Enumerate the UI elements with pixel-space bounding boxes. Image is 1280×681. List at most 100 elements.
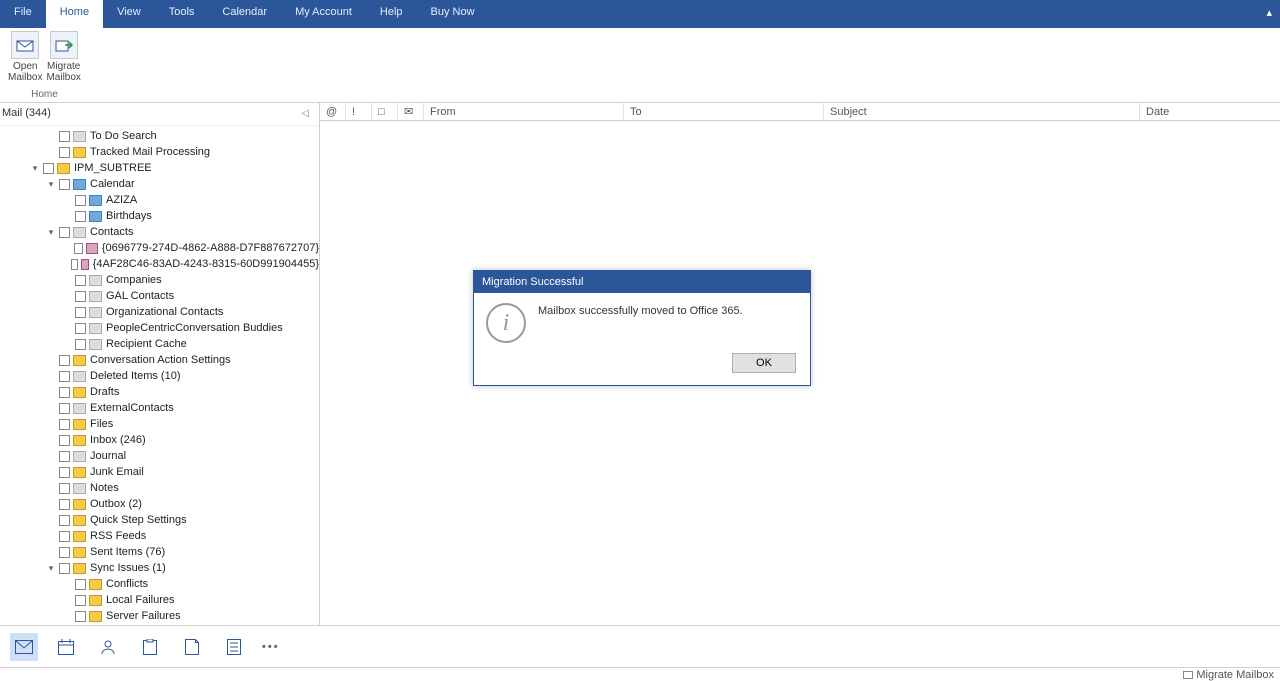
- col-date[interactable]: Date: [1140, 103, 1280, 120]
- tree-item[interactable]: Junk Email: [0, 464, 319, 480]
- tree-checkbox[interactable]: [75, 611, 86, 622]
- tree-item[interactable]: {4AF28C46-83AD-4243-8315-60D991904455}: [0, 256, 319, 272]
- menu-tab-view[interactable]: View: [103, 0, 155, 28]
- tree-checkbox[interactable]: [59, 435, 70, 446]
- tree-item[interactable]: Recipient Cache: [0, 336, 319, 352]
- tree-checkbox[interactable]: [59, 131, 70, 142]
- tree-checkbox[interactable]: [59, 467, 70, 478]
- collapse-icon[interactable]: ▾: [46, 179, 56, 190]
- col-from[interactable]: From: [424, 103, 624, 120]
- tree-checkbox[interactable]: [75, 195, 86, 206]
- tree-checkbox[interactable]: [59, 355, 70, 366]
- tree-checkbox[interactable]: [75, 323, 86, 334]
- tree-item[interactable]: AZIZA: [0, 192, 319, 208]
- ribbon: Open Mailbox Migrate Mailbox Home: [0, 28, 1280, 103]
- col-icon[interactable]: ✉: [398, 103, 424, 120]
- tree-item[interactable]: Journal: [0, 448, 319, 464]
- tree-checkbox[interactable]: [75, 579, 86, 590]
- nav-more-icon[interactable]: •••: [262, 641, 280, 653]
- folder-icon: [73, 419, 86, 430]
- tree-item[interactable]: Birthdays: [0, 208, 319, 224]
- menu-tab-calendar[interactable]: Calendar: [208, 0, 281, 28]
- tree-item[interactable]: {0696779-274D-4862-A888-D7F887672707}: [0, 240, 319, 256]
- menu-tab-buy-now[interactable]: Buy Now: [417, 0, 489, 28]
- tree-item[interactable]: ▾Sync Issues (1): [0, 560, 319, 576]
- tree-item[interactable]: Companies: [0, 272, 319, 288]
- menu-tab-my-account[interactable]: My Account: [281, 0, 366, 28]
- nav-contacts-icon[interactable]: [94, 633, 122, 661]
- tree-checkbox[interactable]: [59, 547, 70, 558]
- col-read[interactable]: □: [372, 103, 398, 120]
- tree-item[interactable]: ▾Calendar: [0, 176, 319, 192]
- tree-item[interactable]: PeopleCentricConversation Buddies: [0, 320, 319, 336]
- tree-checkbox[interactable]: [59, 371, 70, 382]
- nav-notes-icon[interactable]: [178, 633, 206, 661]
- col-to[interactable]: To: [624, 103, 824, 120]
- folder-tree[interactable]: To Do SearchTracked Mail Processing ▾ IPM_…: [0, 126, 319, 625]
- tree-item[interactable]: Files: [0, 416, 319, 432]
- menu-tab-home[interactable]: Home: [46, 0, 103, 28]
- tree-checkbox[interactable]: [59, 227, 70, 238]
- tree-checkbox[interactable]: [59, 179, 70, 190]
- col-attachment[interactable]: @: [320, 103, 346, 120]
- tree-item[interactable]: To Do Search: [0, 128, 319, 144]
- menu-tab-help[interactable]: Help: [366, 0, 417, 28]
- tree-item[interactable]: Conversation Action Settings: [0, 352, 319, 368]
- nav-journal-icon[interactable]: [220, 633, 248, 661]
- tree-checkbox[interactable]: [59, 403, 70, 414]
- tree-checkbox[interactable]: [71, 259, 78, 270]
- tree-checkbox[interactable]: [75, 307, 86, 318]
- tree-item[interactable]: Conflicts: [0, 576, 319, 592]
- tree-item[interactable]: Outbox (2): [0, 496, 319, 512]
- nav-mail-icon[interactable]: [10, 633, 38, 661]
- col-importance[interactable]: !: [346, 103, 372, 120]
- tree-item[interactable]: Local Failures: [0, 592, 319, 608]
- tree-checkbox[interactable]: [75, 595, 86, 606]
- tree-checkbox[interactable]: [75, 291, 86, 302]
- tree-item[interactable]: Tasks: [0, 624, 319, 625]
- tree-checkbox[interactable]: [43, 163, 54, 174]
- tree-checkbox[interactable]: [74, 243, 84, 254]
- collapse-icon[interactable]: ▾: [30, 163, 40, 174]
- tree-item[interactable]: Sent Items (76): [0, 544, 319, 560]
- menu-tab-tools[interactable]: Tools: [155, 0, 209, 28]
- tree-checkbox[interactable]: [59, 563, 70, 574]
- tree-item[interactable]: Quick Step Settings: [0, 512, 319, 528]
- tree-item[interactable]: Tracked Mail Processing: [0, 144, 319, 160]
- tree-checkbox[interactable]: [59, 499, 70, 510]
- tree-checkbox[interactable]: [59, 515, 70, 526]
- open-mailbox-button[interactable]: Open Mailbox: [8, 31, 42, 83]
- tree-item[interactable]: Inbox (246): [0, 432, 319, 448]
- sidebar-collapse-icon[interactable]: ◁: [301, 108, 315, 119]
- collapse-icon[interactable]: ▾: [46, 227, 56, 238]
- tree-checkbox[interactable]: [59, 451, 70, 462]
- tree-item[interactable]: Notes: [0, 480, 319, 496]
- menu-tab-file[interactable]: File: [0, 0, 46, 28]
- nav-tasks-icon[interactable]: [136, 633, 164, 661]
- migrate-mailbox-button[interactable]: Migrate Mailbox: [46, 31, 80, 83]
- tree-checkbox[interactable]: [75, 339, 86, 350]
- open-mailbox-icon: [11, 31, 39, 59]
- ok-button[interactable]: OK: [732, 353, 796, 373]
- tree-item[interactable]: Drafts: [0, 384, 319, 400]
- tree-item[interactable]: ExternalContacts: [0, 400, 319, 416]
- tree-checkbox[interactable]: [75, 275, 86, 286]
- tree-item[interactable]: Server Failures: [0, 608, 319, 624]
- tree-checkbox[interactable]: [59, 531, 70, 542]
- tree-checkbox[interactable]: [59, 483, 70, 494]
- col-subject[interactable]: Subject: [824, 103, 1140, 120]
- tree-checkbox[interactable]: [75, 211, 86, 222]
- tree-checkbox[interactable]: [59, 419, 70, 430]
- nav-calendar-icon[interactable]: [52, 633, 80, 661]
- tree-item[interactable]: ▾ IPM_SUBTREE: [0, 160, 319, 176]
- tree-checkbox[interactable]: [59, 147, 70, 158]
- tree-item[interactable]: Organizational Contacts: [0, 304, 319, 320]
- tree-item[interactable]: GAL Contacts: [0, 288, 319, 304]
- tree-item[interactable]: ▾Contacts: [0, 224, 319, 240]
- collapse-icon[interactable]: ▾: [46, 563, 56, 574]
- tree-item-label: IPM_SUBTREE: [74, 162, 152, 174]
- tree-item[interactable]: Deleted Items (10): [0, 368, 319, 384]
- ribbon-collapse-icon[interactable]: ▴: [1258, 0, 1280, 28]
- tree-item[interactable]: RSS Feeds: [0, 528, 319, 544]
- tree-checkbox[interactable]: [59, 387, 70, 398]
